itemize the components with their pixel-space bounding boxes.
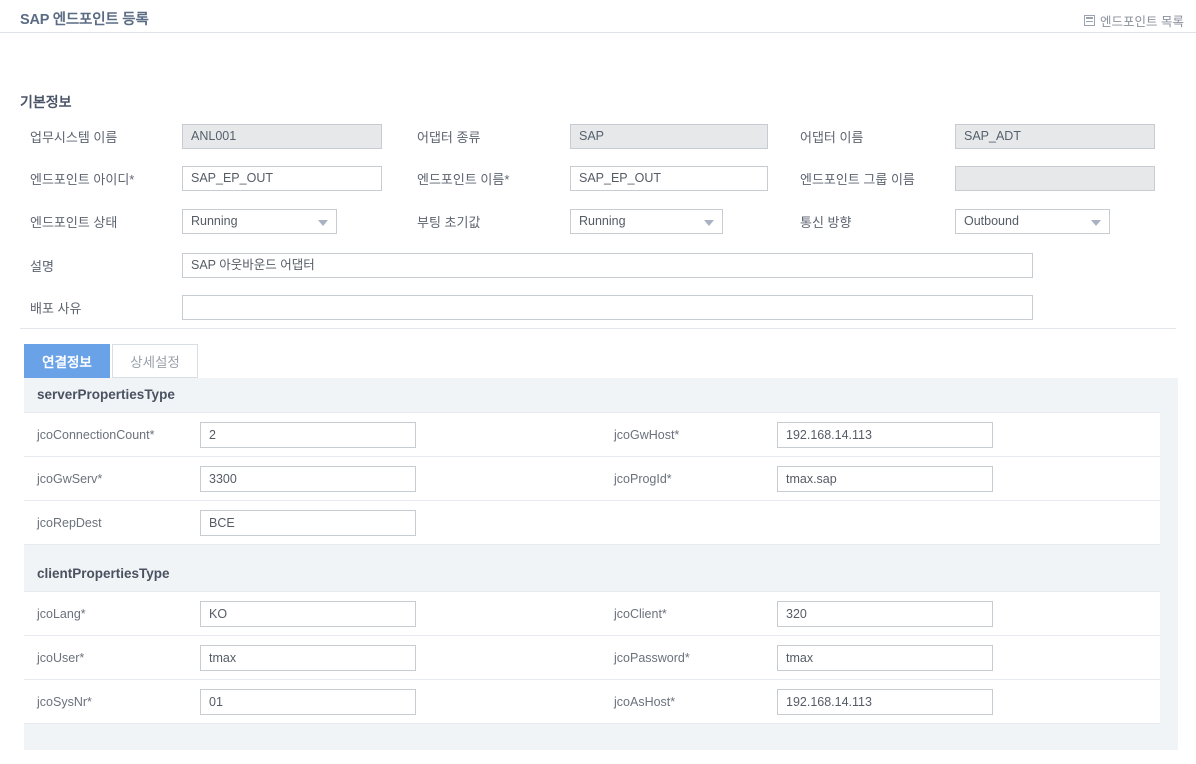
jco-gw-host-label: jcoGwHost*: [614, 428, 777, 442]
client-properties-heading: clientPropertiesType: [24, 557, 1178, 591]
group-gap: [24, 545, 1178, 557]
boot-default-label: 부팅 초기값: [417, 212, 570, 231]
field-boot-default: 부팅 초기값 Running: [417, 209, 723, 234]
field-jco-user: jcoUser* tmax: [37, 645, 416, 671]
table-row: jcoGwServ* 3300 jcoProgId* tmax.sap: [24, 457, 1160, 501]
comm-direction-label: 통신 방향: [800, 212, 955, 231]
endpoint-id-label: 엔드포인트 아이디*: [30, 169, 182, 188]
tab-connection-info[interactable]: 연결정보: [24, 344, 110, 378]
field-endpoint-id: 엔드포인트 아이디* SAP_EP_OUT: [30, 166, 382, 191]
endpoint-name-input[interactable]: SAP_EP_OUT: [570, 166, 768, 191]
jco-gw-serv-label: jcoGwServ*: [37, 472, 200, 486]
field-adapter-name: 어댑터 이름 SAP_ADT: [800, 124, 1155, 149]
boot-default-select[interactable]: Running: [570, 209, 723, 234]
field-jco-rep-dest: jcoRepDest BCE: [37, 510, 416, 536]
field-jco-gw-serv: jcoGwServ* 3300: [37, 466, 416, 492]
field-description: 설명 SAP 아웃바운드 어댑터: [30, 253, 1033, 278]
description-label: 설명: [30, 256, 182, 275]
jco-password-label: jcoPassword*: [614, 651, 777, 665]
system-name-label: 업무시스템 이름: [30, 127, 182, 146]
field-jco-connection-count: jcoConnectionCount* 2: [37, 422, 416, 448]
system-name-input: ANL001: [182, 124, 382, 149]
jco-prog-id-label: jcoProgId*: [614, 472, 777, 486]
field-adapter-type: 어댑터 종류 SAP: [417, 124, 768, 149]
jco-lang-label: jcoLang*: [37, 607, 200, 621]
page-title: SAP 엔드포인트 등록: [20, 8, 149, 29]
jco-prog-id-input[interactable]: tmax.sap: [777, 466, 993, 492]
endpoint-state-value: Running: [191, 214, 238, 228]
endpoint-group-label: 엔드포인트 그룹 이름: [800, 169, 955, 188]
jco-user-input[interactable]: tmax: [200, 645, 416, 671]
endpoint-list-label: 엔드포인트 목록: [1100, 11, 1184, 30]
client-properties-rows: jcoLang* KO jcoClient* 320 jcoUser* tmax…: [24, 591, 1160, 724]
adapter-type-label: 어댑터 종류: [417, 127, 570, 146]
chevron-down-icon: [1091, 220, 1101, 226]
field-jco-client: jcoClient* 320: [614, 601, 993, 627]
endpoint-id-input[interactable]: SAP_EP_OUT: [182, 166, 382, 191]
table-row: jcoConnectionCount* 2 jcoGwHost* 192.168…: [24, 413, 1160, 457]
field-jco-sys-nr: jcoSysNr* 01: [37, 689, 416, 715]
jco-client-label: jcoClient*: [614, 607, 777, 621]
jco-gw-host-input[interactable]: 192.168.14.113: [777, 422, 993, 448]
jco-connection-count-input[interactable]: 2: [200, 422, 416, 448]
endpoint-name-label: 엔드포인트 이름*: [417, 169, 570, 188]
deploy-reason-input[interactable]: [182, 295, 1033, 320]
field-endpoint-state: 엔드포인트 상태 Running: [30, 209, 337, 234]
jco-password-input[interactable]: tmax: [777, 645, 993, 671]
section-divider: [20, 328, 1176, 329]
field-jco-as-host: jcoAsHost* 192.168.14.113: [614, 689, 993, 715]
field-jco-gw-host: jcoGwHost* 192.168.14.113: [614, 422, 993, 448]
adapter-type-input: SAP: [570, 124, 768, 149]
field-jco-lang: jcoLang* KO: [37, 601, 416, 627]
table-row: jcoSysNr* 01 jcoAsHost* 192.168.14.113: [24, 680, 1160, 724]
jco-sys-nr-label: jcoSysNr*: [37, 695, 200, 709]
basic-info-heading: 기본정보: [20, 92, 72, 112]
jco-as-host-label: jcoAsHost*: [614, 695, 777, 709]
adapter-name-input: SAP_ADT: [955, 124, 1155, 149]
deploy-reason-label: 배포 사유: [30, 298, 182, 317]
field-jco-prog-id: jcoProgId* tmax.sap: [614, 466, 993, 492]
tab-connection-info-label: 연결정보: [42, 351, 92, 371]
chevron-down-icon: [318, 220, 328, 226]
adapter-name-label: 어댑터 이름: [800, 127, 955, 146]
jco-lang-input[interactable]: KO: [200, 601, 416, 627]
description-input[interactable]: SAP 아웃바운드 어댑터: [182, 253, 1033, 278]
jco-user-label: jcoUser*: [37, 651, 200, 665]
basic-info-section: 기본정보 업무시스템 이름 ANL001 어댑터 종류 SAP 어댑터 이름 S…: [0, 33, 1196, 295]
field-deploy-reason: 배포 사유: [30, 295, 1033, 320]
server-properties-heading: serverPropertiesType: [24, 378, 1178, 412]
field-system-name: 업무시스템 이름 ANL001: [30, 124, 382, 149]
field-endpoint-name: 엔드포인트 이름* SAP_EP_OUT: [417, 166, 768, 191]
jco-rep-dest-input[interactable]: BCE: [200, 510, 416, 536]
jco-sys-nr-input[interactable]: 01: [200, 689, 416, 715]
jco-rep-dest-label: jcoRepDest: [37, 516, 200, 530]
comm-direction-select[interactable]: Outbound: [955, 209, 1110, 234]
title-bar: SAP 엔드포인트 등록 엔드포인트 목록: [0, 0, 1196, 33]
tab-bar: 연결정보 상세설정: [24, 344, 198, 378]
jco-client-input[interactable]: 320: [777, 601, 993, 627]
table-row: jcoLang* KO jcoClient* 320: [24, 592, 1160, 636]
endpoint-state-label: 엔드포인트 상태: [30, 212, 182, 231]
tab-detail-settings[interactable]: 상세설정: [112, 344, 198, 378]
tab-detail-settings-label: 상세설정: [130, 351, 180, 371]
chevron-down-icon: [704, 220, 714, 226]
comm-direction-value: Outbound: [964, 214, 1019, 228]
field-jco-password: jcoPassword* tmax: [614, 645, 993, 671]
jco-gw-serv-input[interactable]: 3300: [200, 466, 416, 492]
jco-connection-count-label: jcoConnectionCount*: [37, 428, 200, 442]
field-endpoint-group: 엔드포인트 그룹 이름: [800, 166, 1155, 191]
field-comm-direction: 통신 방향 Outbound: [800, 209, 1110, 234]
endpoint-list-link[interactable]: 엔드포인트 목록: [1084, 11, 1184, 30]
boot-default-value: Running: [579, 214, 626, 228]
list-icon: [1084, 15, 1095, 26]
table-row: jcoRepDest BCE: [24, 501, 1160, 545]
table-row: jcoUser* tmax jcoPassword* tmax: [24, 636, 1160, 680]
jco-as-host-input[interactable]: 192.168.14.113: [777, 689, 993, 715]
connection-info-panel: serverPropertiesType jcoConnectionCount*…: [24, 378, 1178, 750]
endpoint-state-select[interactable]: Running: [182, 209, 337, 234]
server-properties-rows: jcoConnectionCount* 2 jcoGwHost* 192.168…: [24, 412, 1160, 545]
endpoint-group-input: [955, 166, 1155, 191]
